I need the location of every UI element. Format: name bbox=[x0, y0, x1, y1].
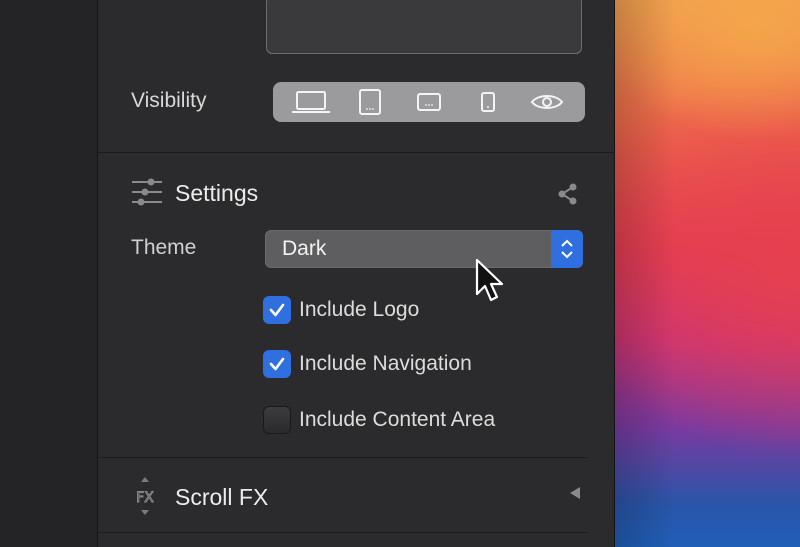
settings-title: Settings bbox=[175, 180, 259, 206]
section-divider bbox=[98, 152, 616, 153]
inspector-panel: Visibility Settings Theme Dark Include L… bbox=[97, 0, 616, 547]
checkmark-icon bbox=[269, 357, 285, 371]
checkmark-icon bbox=[269, 303, 285, 317]
text-area[interactable] bbox=[266, 0, 582, 54]
scroll-fx-title: Scroll FX bbox=[175, 484, 269, 510]
include-logo-label: Include Logo bbox=[299, 298, 420, 321]
laptop-icon[interactable] bbox=[286, 86, 336, 118]
include-navigation-option[interactable]: Include Navigation bbox=[263, 350, 472, 378]
section-divider bbox=[98, 532, 588, 533]
eye-icon[interactable] bbox=[522, 86, 572, 118]
include-navigation-checkbox[interactable] bbox=[263, 350, 291, 378]
theme-select-value: Dark bbox=[282, 237, 327, 260]
wallpaper-shadow bbox=[615, 0, 675, 547]
chevron-up-down-icon[interactable] bbox=[551, 230, 583, 268]
theme-label: Theme bbox=[131, 236, 197, 259]
sliders-icon bbox=[131, 176, 163, 213]
include-content-area-label: Include Content Area bbox=[299, 408, 496, 431]
tablet-icon[interactable] bbox=[345, 86, 395, 118]
tablet-landscape-icon[interactable] bbox=[404, 86, 454, 118]
include-navigation-label: Include Navigation bbox=[299, 352, 472, 375]
section-divider bbox=[98, 457, 588, 458]
include-content-area-checkbox[interactable] bbox=[263, 406, 291, 434]
include-content-area-option[interactable]: Include Content Area bbox=[263, 406, 495, 434]
include-logo-option[interactable]: Include Logo bbox=[263, 296, 419, 324]
svg-text:FX: FX bbox=[136, 490, 154, 506]
theme-select[interactable]: Dark bbox=[265, 230, 583, 268]
share-icon[interactable] bbox=[557, 183, 579, 210]
triangle-left-icon[interactable] bbox=[568, 486, 582, 505]
visibility-label: Visibility bbox=[131, 89, 207, 112]
visibility-device-toggle[interactable] bbox=[273, 82, 585, 122]
phone-icon[interactable] bbox=[463, 86, 513, 118]
include-logo-checkbox[interactable] bbox=[263, 296, 291, 324]
left-gutter bbox=[0, 0, 97, 547]
mouse-cursor-icon bbox=[475, 258, 505, 311]
scroll-fx-icon: FX bbox=[129, 477, 161, 522]
